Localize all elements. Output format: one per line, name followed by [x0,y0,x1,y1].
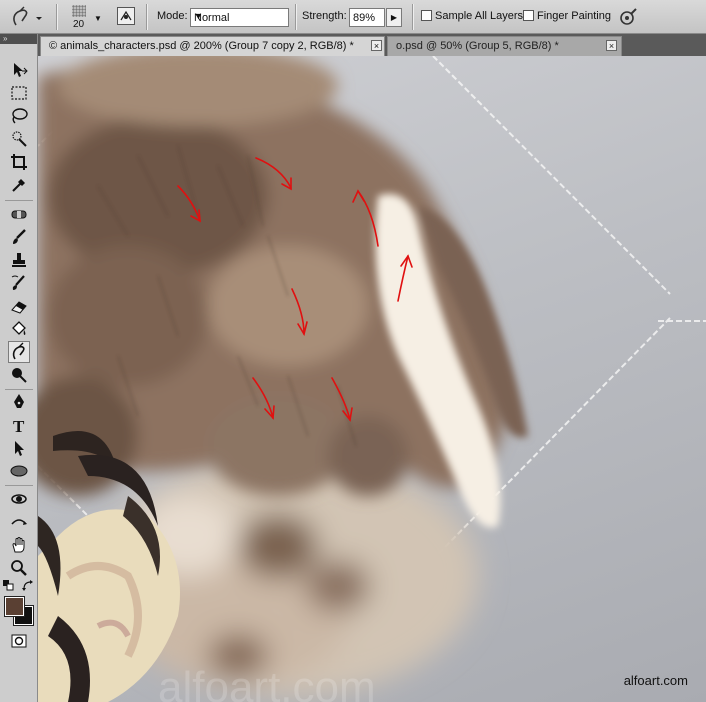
pen-tool[interactable] [9,392,29,412]
sample-all-layers-checkbox[interactable] [421,10,432,21]
eyedropper-tool[interactable] [9,175,29,195]
separator [56,4,58,30]
sample-all-layers-label: Sample All Layers [435,10,524,22]
chevron-down-icon: ▼ [94,14,102,23]
lasso-tool[interactable] [9,106,29,126]
close-icon[interactable]: × [371,40,382,51]
crop-tool[interactable] [9,152,29,172]
strength-value: 89% [353,12,376,24]
eraser-icon [11,301,27,314]
default-colors-button[interactable] [3,580,15,592]
eraser-tool[interactable] [9,296,29,316]
bandage-icon [11,210,27,219]
brush-icon [13,229,26,244]
finger-painting-checkbox[interactable] [523,10,534,21]
mode-select[interactable]: Normal ▼ [190,8,289,27]
mode-label: Mode: [157,10,188,22]
toolbox-divider [5,389,33,390]
3d-rotate-icon [11,494,27,504]
brush-panel-toggle-button[interactable] [117,7,135,25]
history-brush-icon [11,275,25,290]
close-icon[interactable]: × [606,40,617,51]
path-selection-tool[interactable] [9,438,29,458]
tablet-pressure-button[interactable] [617,7,639,27]
3d-rotate-tool[interactable] [9,489,29,509]
clone-stamp-tool[interactable] [9,250,29,270]
brush-size-value: 20 [73,19,85,30]
hand-icon [12,537,25,553]
foreground-color-swatch[interactable] [4,596,25,617]
brush-panel-icon [120,10,132,21]
move-icon [14,63,28,77]
toolbox-divider [5,200,33,201]
brush-tip-icon [72,5,86,17]
pen-icon [14,394,24,408]
hand-tool[interactable] [9,535,29,555]
dodge-icon [12,368,27,383]
quick-mask-icon [11,634,27,648]
fur-painting-artwork: alfoart.com [38,56,706,702]
options-bar: 20 ▼ Mode: Normal ▼ Strength: 89% ▶ Samp… [0,0,706,34]
magnifier-icon [11,560,27,576]
ellipse-tool[interactable] [9,461,29,481]
tool-preset-picker[interactable] [6,5,46,29]
tab-o-psd[interactable]: o.psd @ 50% (Group 5, RGB/8) * × [387,36,622,56]
direct-selection-arrow-icon [15,441,24,456]
svg-text:T: T [13,417,25,435]
smudge-finger-icon [12,342,25,360]
rectangle-marquee-icon [11,86,27,100]
stamp-icon [12,253,26,267]
separator [146,4,148,30]
smudge-tool[interactable] [8,341,30,363]
type-icon: T [13,417,25,436]
3d-orbit-tool[interactable] [9,512,29,532]
svg-text:alfoart.com: alfoart.com [158,663,376,702]
document-canvas[interactable]: alfoart.com alfoart.com [38,56,706,702]
paint-bucket-tool[interactable] [9,319,29,339]
move-tool[interactable] [9,60,29,80]
crop-icon [11,154,27,170]
toolbox-collapse[interactable]: » [0,34,37,44]
dodge-tool[interactable] [9,365,29,385]
tab-animals-characters[interactable]: © animals_characters.psd @ 200% (Group 7… [40,36,385,56]
default-colors-icon [3,580,14,591]
swap-colors-button[interactable] [22,580,34,592]
tab-label: © animals_characters.psd @ 200% (Group 7… [49,40,354,52]
quick-selection-icon [12,131,27,147]
toolbox: » T [0,34,38,702]
3d-orbit-icon [11,519,27,525]
tablet-pressure-icon [620,8,637,25]
quick-mask-button[interactable] [9,631,29,651]
zoom-tool[interactable] [9,558,29,578]
document-tab-bar: © animals_characters.psd @ 200% (Group 7… [38,34,706,56]
smudge-finger-icon [13,6,42,26]
lasso-icon [12,108,28,124]
tab-label: o.psd @ 50% (Group 5, RGB/8) * [396,40,559,52]
spot-healing-tool[interactable] [9,204,29,224]
eyedropper-icon [12,179,25,192]
separator [295,4,297,30]
paint-bucket-icon [12,321,26,335]
brush-preset-picker[interactable]: 20 ▼ [66,2,106,32]
quick-selection-tool[interactable] [9,129,29,149]
toolbox-divider [5,485,33,486]
strength-slider-button[interactable]: ▶ [386,8,402,27]
swap-arrow-icon [22,580,33,591]
brush-tool[interactable] [9,227,29,247]
marquee-tool[interactable] [9,83,29,103]
type-tool[interactable]: T [9,415,29,436]
strength-label: Strength: [302,10,347,22]
chevron-down-icon: ▼ [194,11,203,21]
history-brush-tool[interactable] [9,273,29,293]
triangle-right-icon: ▶ [390,13,398,22]
strength-input[interactable]: 89% [349,8,385,27]
finger-painting-label: Finger Painting [537,10,611,22]
separator [412,4,414,30]
watermark-text: alfoart.com [623,673,688,688]
ellipse-icon [10,465,28,477]
